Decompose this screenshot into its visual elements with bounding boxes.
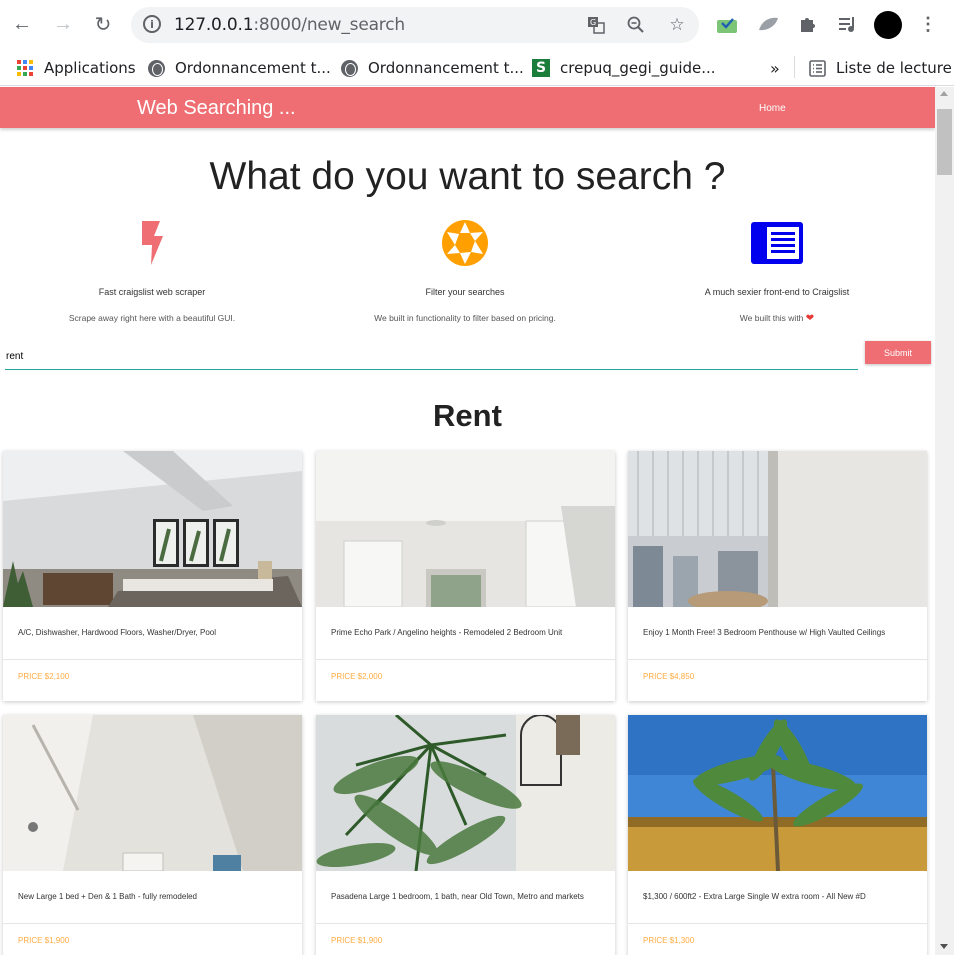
- listing-price: PRICE $1,900: [331, 936, 383, 945]
- page-headline: What do you want to search ?: [209, 155, 726, 198]
- zoom-out-icon[interactable]: [625, 14, 647, 36]
- vertical-scrollbar[interactable]: [935, 87, 954, 955]
- bookmark-ordonnancement-2[interactable]: Ordonnancement t...: [340, 56, 524, 80]
- bookmark-star-icon[interactable]: ☆: [666, 14, 688, 36]
- camera-aperture-icon: [315, 217, 615, 269]
- listing-photo[interactable]: [628, 451, 927, 607]
- listing-card[interactable]: New Large 1 bed + Den & 1 Bath - fully r…: [3, 715, 302, 955]
- feature-title: Fast craigslist web scraper: [98, 287, 206, 297]
- submit-button[interactable]: Submit: [865, 341, 931, 364]
- profile-avatar[interactable]: [874, 11, 902, 39]
- listing-price: PRICE $2,100: [18, 672, 70, 681]
- search-input[interactable]: [5, 343, 858, 370]
- listing-photo[interactable]: [316, 451, 615, 607]
- extensions-puzzle-icon[interactable]: [795, 12, 819, 36]
- feature-filter: Filter your searches We built in functio…: [315, 217, 615, 323]
- feature-description: Scrape away right here with a beautiful …: [68, 313, 236, 323]
- bookmark-label: Ordonnancement t...: [175, 59, 331, 77]
- listing-title[interactable]: Enjoy 1 Month Free! 3 Bedroom Penthouse …: [628, 607, 927, 660]
- translate-icon[interactable]: G: [585, 14, 607, 36]
- svg-text:G: G: [590, 18, 596, 27]
- listing-price: PRICE $1,300: [643, 936, 695, 945]
- back-arrow-icon[interactable]: ←: [8, 10, 36, 38]
- page-viewport: Web Searching ... Home What do you want …: [0, 87, 935, 955]
- bookmark-crepuq[interactable]: S crepuq_gegi_guide...: [532, 56, 716, 80]
- feature-description-row: We built this with ❤: [627, 313, 927, 324]
- bookmark-label: Ordonnancement t...: [368, 59, 524, 77]
- listing-card[interactable]: A/C, Dishwasher, Hardwood Floors, Washer…: [3, 451, 302, 701]
- listing-photo[interactable]: [3, 451, 302, 607]
- bookmark-label: Applications: [44, 59, 136, 77]
- bookmark-label: crepuq_gegi_guide...: [560, 59, 716, 77]
- results-title: Rent: [433, 398, 502, 433]
- bookmark-applications[interactable]: Applications: [16, 56, 136, 80]
- listing-card[interactable]: Pasadena Large 1 bedroom, 1 bath, near O…: [316, 715, 615, 955]
- reading-list-label: Liste de lecture: [836, 59, 952, 77]
- listing-title[interactable]: $1,300 / 600ft2 - Extra Large Single W e…: [628, 871, 927, 924]
- scroll-down-arrow-icon[interactable]: [940, 944, 948, 949]
- feature-description: We built in functionality to filter base…: [374, 313, 556, 323]
- extension-leaf-icon[interactable]: [756, 12, 780, 36]
- bookmarks-overflow-button[interactable]: »: [770, 56, 780, 80]
- extension-mail-icon[interactable]: [715, 12, 739, 36]
- brand-logo-link[interactable]: Web Searching ...: [137, 97, 296, 120]
- globe-icon: [340, 59, 358, 77]
- listing-card[interactable]: Prime Echo Park / Angelino heights - Rem…: [316, 451, 615, 701]
- green-s-icon: S: [532, 59, 550, 77]
- reading-list-button[interactable]: Liste de lecture: [808, 56, 952, 80]
- listing-title[interactable]: Pasadena Large 1 bedroom, 1 bath, near O…: [316, 871, 615, 924]
- listing-photo[interactable]: [3, 715, 302, 871]
- flash-icon: [2, 217, 302, 269]
- listing-card[interactable]: Enjoy 1 Month Free! 3 Bedroom Penthouse …: [628, 451, 927, 701]
- feature-title: Filter your searches: [425, 287, 505, 297]
- article-icon: [627, 217, 927, 269]
- url-path: :8000/new_search: [253, 15, 405, 35]
- bookmark-ordonnancement-1[interactable]: Ordonnancement t...: [147, 56, 331, 80]
- site-navbar: Web Searching ... Home: [0, 87, 935, 128]
- feature-scraper: Fast craigslist web scraper Scrape away …: [2, 217, 302, 323]
- listing-photo[interactable]: [628, 715, 927, 871]
- listing-price: PRICE $2,000: [331, 672, 383, 681]
- reload-icon[interactable]: ↻: [89, 10, 117, 38]
- address-bar[interactable]: i 127.0.0.1:8000/new_search G ☆: [131, 7, 699, 43]
- listing-card[interactable]: $1,300 / 600ft2 - Extra Large Single W e…: [628, 715, 927, 955]
- bookmark-separator: [794, 56, 795, 78]
- forward-arrow-icon[interactable]: →: [49, 10, 77, 38]
- browser-toolbar: ← → ↻ i 127.0.0.1:8000/new_search G ☆ ⋮: [0, 0, 954, 50]
- listing-price: PRICE $1,900: [18, 936, 70, 945]
- globe-icon: [147, 59, 165, 77]
- media-control-icon[interactable]: [836, 12, 860, 36]
- listing-price: PRICE $4,850: [643, 672, 695, 681]
- listing-title[interactable]: New Large 1 bed + Den & 1 Bath - fully r…: [3, 871, 302, 924]
- address-bar-url[interactable]: 127.0.0.1:8000/new_search: [174, 15, 405, 35]
- reading-list-icon: [808, 59, 826, 77]
- apps-grid-icon: [16, 59, 34, 77]
- more-menu-icon[interactable]: ⋮: [916, 12, 940, 36]
- heart-icon: ❤: [805, 313, 815, 324]
- bookmarks-bar: Applications Ordonnancement t... Ordonna…: [0, 50, 954, 86]
- scroll-up-arrow-icon[interactable]: [940, 91, 948, 96]
- nav-home-link[interactable]: Home: [759, 103, 786, 114]
- listing-title[interactable]: Prime Echo Park / Angelino heights - Rem…: [316, 607, 615, 660]
- listing-photo[interactable]: [316, 715, 615, 871]
- scrollbar-thumb[interactable]: [937, 109, 952, 175]
- feature-frontend: A much sexier front-end to Craigslist We…: [627, 217, 927, 324]
- feature-description: We built this with: [739, 313, 804, 323]
- site-info-icon[interactable]: i: [143, 15, 161, 33]
- listing-title[interactable]: A/C, Dishwasher, Hardwood Floors, Washer…: [3, 607, 302, 660]
- feature-title: A much sexier front-end to Craigslist: [704, 287, 850, 297]
- url-host: 127.0.0.1: [174, 15, 254, 35]
